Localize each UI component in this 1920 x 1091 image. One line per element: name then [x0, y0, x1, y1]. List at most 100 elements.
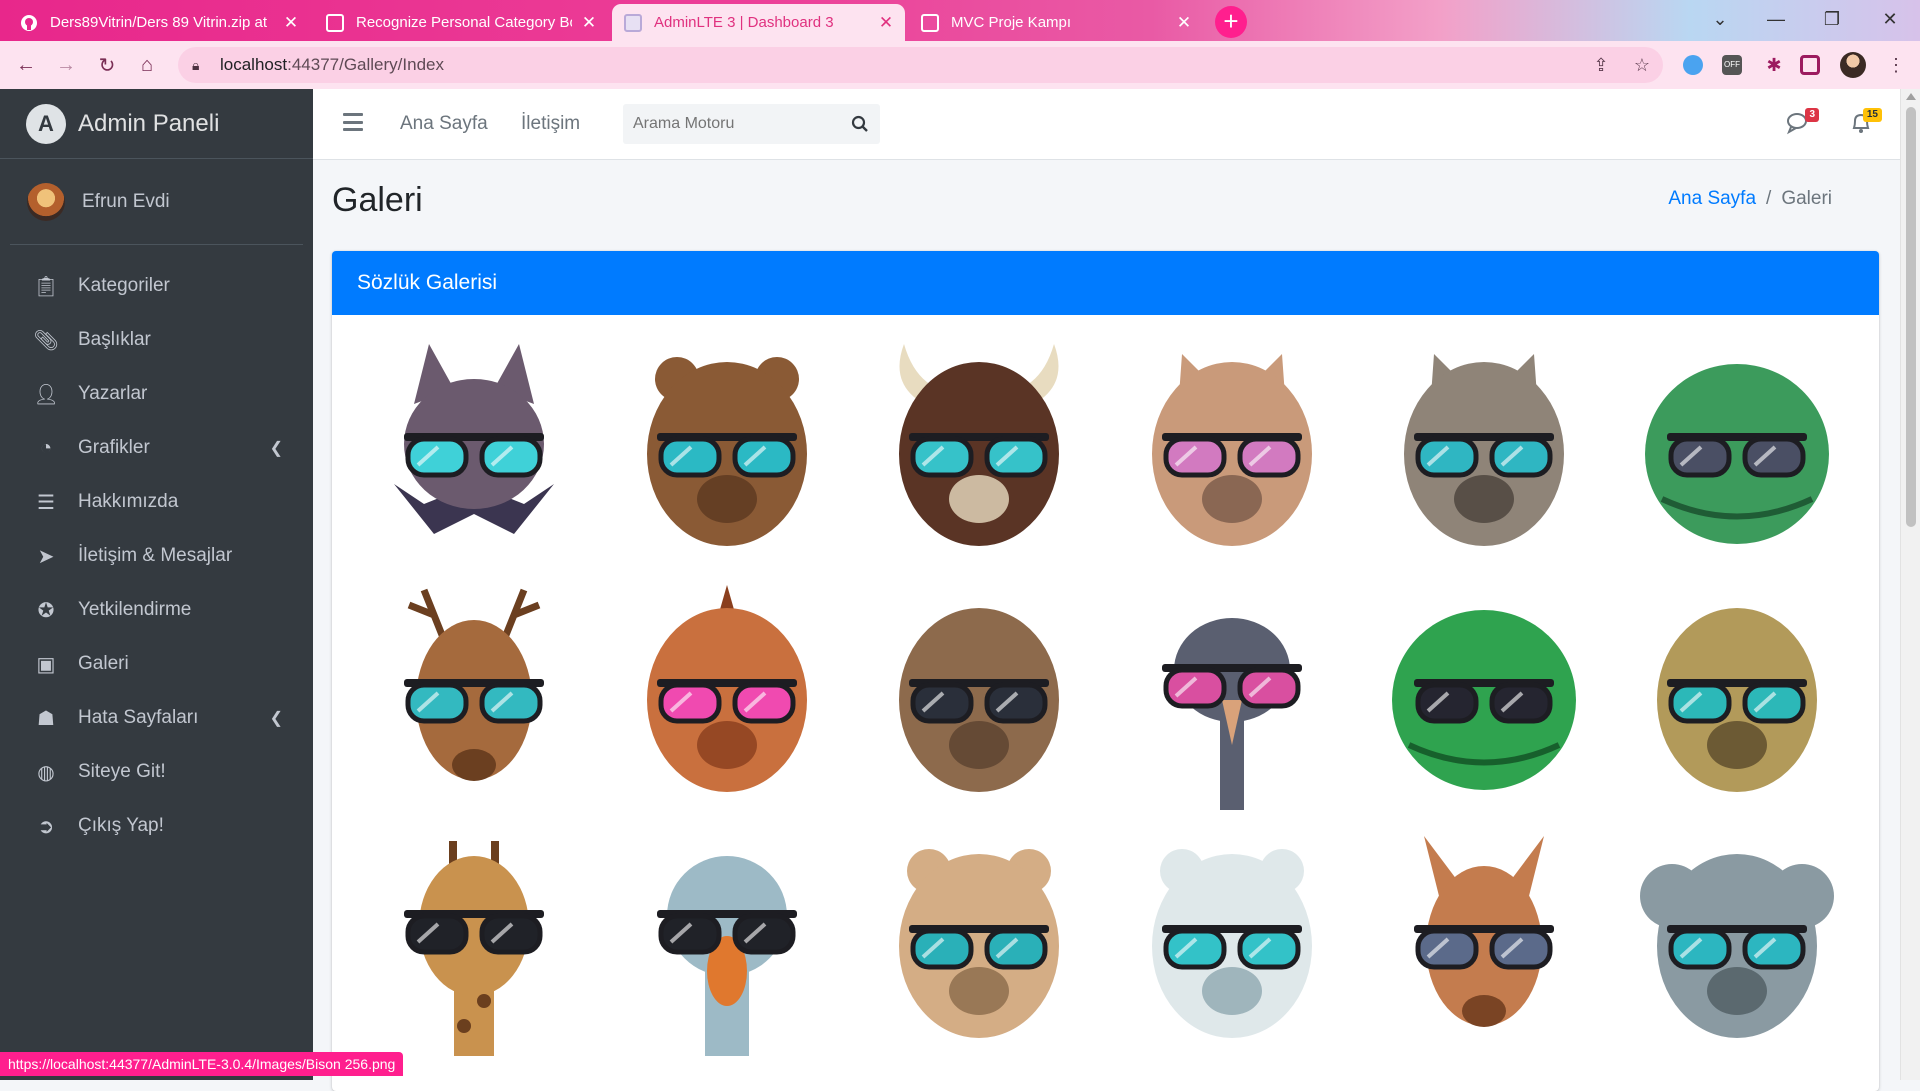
- minimize-button[interactable]: —: [1748, 0, 1804, 38]
- giraffe-image[interactable]: [374, 826, 574, 1056]
- dog-image[interactable]: [879, 580, 1079, 810]
- sidebar-item[interactable]: ➤ İletişim & Mesajlar: [10, 529, 303, 583]
- close-tab-icon[interactable]: ✕: [877, 13, 895, 33]
- forward-icon[interactable]: →: [50, 49, 82, 81]
- navbar-search: [623, 104, 880, 144]
- browser-tab[interactable]: Ders89Vitrin/Ders 89 Vitrin.zip at ✕: [8, 4, 310, 41]
- off-extension-icon[interactable]: OFF: [1722, 55, 1742, 75]
- deer-image[interactable]: [374, 580, 574, 810]
- gallery-grid: [348, 331, 1863, 1059]
- share-icon[interactable]: ⇪: [1585, 49, 1617, 81]
- gallery-item[interactable]: [1106, 823, 1359, 1059]
- gallery-item[interactable]: [348, 577, 601, 813]
- user-avatar: [27, 182, 65, 221]
- nav-link-home[interactable]: Ana Sayfa: [400, 113, 488, 135]
- bookmark-star-icon[interactable]: ☆: [1626, 49, 1658, 81]
- brand-link[interactable]: A Admin Paneli: [0, 89, 313, 159]
- sidebar-item[interactable]: ☰ Hakkımızda: [10, 475, 303, 529]
- gallery-item[interactable]: [348, 823, 601, 1059]
- crocodile-image[interactable]: [1637, 334, 1837, 564]
- tabby-cat-image[interactable]: [1384, 334, 1584, 564]
- gallery-item[interactable]: [853, 331, 1106, 567]
- lizard-image[interactable]: [1637, 580, 1837, 810]
- home-icon[interactable]: ⌂: [131, 49, 163, 81]
- hamster-image[interactable]: [879, 826, 1079, 1056]
- chevron-left-icon: ❮: [269, 710, 283, 727]
- polar-bear-image[interactable]: [1132, 826, 1332, 1056]
- sidebar-item[interactable]: 📋︎ Kategoriler: [10, 259, 303, 313]
- gallery-item[interactable]: [1106, 331, 1359, 567]
- frog-image[interactable]: [1384, 580, 1584, 810]
- close-window-button[interactable]: ✕: [1860, 0, 1920, 38]
- reload-icon[interactable]: ↻: [91, 49, 123, 81]
- close-tab-icon[interactable]: ✕: [1175, 13, 1193, 33]
- gallery-item[interactable]: [1358, 823, 1611, 1059]
- search-icon[interactable]: [840, 104, 880, 144]
- sidebar-item[interactable]: ✪ Yetkilendirme: [10, 583, 303, 637]
- gallery-item[interactable]: [601, 823, 854, 1059]
- page-scrollbar[interactable]: [1900, 89, 1920, 1080]
- tab-title: MVC Proje Kampı: [951, 14, 1072, 31]
- sidebar-item[interactable]: ☗ Hata Sayfaları ❮: [10, 691, 303, 745]
- search-input[interactable]: [623, 115, 840, 133]
- gallery-item[interactable]: [348, 331, 601, 567]
- pie-chart-icon: ◔: [39, 436, 53, 459]
- gallery-item[interactable]: [1611, 331, 1864, 567]
- admin-sidebar: A Admin Paneli Efrun Evdi 📋︎ Kategoriler 📎…: [0, 89, 313, 1080]
- close-tab-icon[interactable]: ✕: [282, 13, 300, 33]
- bear-image[interactable]: [627, 334, 827, 564]
- clipboard-icon: 📋︎: [33, 275, 59, 298]
- browser-tab[interactable]: Recognize Personal Category Bo ✕: [314, 4, 608, 41]
- user-panel[interactable]: Efrun Evdi: [10, 159, 303, 245]
- notifications-bell-icon[interactable]: 15: [1849, 108, 1882, 137]
- browser-tab-active[interactable]: AdminLTE 3 | Dashboard 3 ✕: [612, 4, 905, 41]
- sidebar-item-label: Yetkilendirme: [78, 599, 192, 620]
- gallery-item[interactable]: [601, 331, 854, 567]
- gallery-item[interactable]: [1358, 331, 1611, 567]
- close-tab-icon[interactable]: ✕: [580, 13, 598, 33]
- hamburger-menu-icon[interactable]: [343, 113, 363, 131]
- gallery-item[interactable]: [853, 577, 1106, 813]
- side-panel-icon[interactable]: [1800, 55, 1820, 75]
- new-tab-button[interactable]: +: [1215, 6, 1247, 38]
- address-bar[interactable]: 🔒︎ localhost:44377/Gallery/Index: [178, 47, 1663, 83]
- cloud-extension-icon[interactable]: [1683, 55, 1703, 75]
- sidebar-item-label: Başlıklar: [78, 329, 151, 350]
- breadcrumb-home-link[interactable]: Ana Sayfa: [1668, 188, 1756, 209]
- sidebar-item[interactable]: 📎︎ Başlıklar: [10, 313, 303, 367]
- sidebar-item[interactable]: ➲ Çıkış Yap!: [10, 799, 303, 853]
- tab-search-icon[interactable]: ⌄: [1692, 0, 1748, 38]
- sidebar-item-label: Çıkış Yap!: [78, 815, 164, 836]
- sidebar-item[interactable]: ◔ Grafikler ❮: [10, 421, 303, 475]
- browser-menu-icon[interactable]: ⋮: [1880, 49, 1912, 81]
- puzzle-extensions-icon[interactable]: ✱: [1758, 49, 1790, 81]
- nav-link-contact[interactable]: İletişim: [521, 113, 580, 135]
- sidebar-item[interactable]: ▣ Galeri: [10, 637, 303, 691]
- profile-avatar[interactable]: [1840, 52, 1866, 78]
- gallery-item[interactable]: [853, 823, 1106, 1059]
- sidebar-item[interactable]: 👤︎ Yazarlar: [10, 367, 303, 421]
- gallery-item[interactable]: [1358, 577, 1611, 813]
- gallery-card: Sözlük Galerisi: [332, 251, 1879, 1091]
- bison-image[interactable]: [879, 334, 1079, 564]
- koala-image[interactable]: [1637, 826, 1837, 1056]
- tab-title: Recognize Personal Category Bo: [356, 14, 572, 31]
- ostrich-image[interactable]: [1132, 580, 1332, 810]
- kangaroo-image[interactable]: [1384, 826, 1584, 1056]
- dinosaur-image[interactable]: [627, 580, 827, 810]
- bat-image[interactable]: [374, 334, 574, 564]
- scrollbar-thumb[interactable]: [1906, 107, 1916, 527]
- back-icon[interactable]: ←: [10, 49, 42, 81]
- messages-icon[interactable]: 3: [1786, 108, 1819, 137]
- goose-image[interactable]: [627, 826, 827, 1056]
- cat-image[interactable]: [1132, 334, 1332, 564]
- gallery-item[interactable]: [601, 577, 854, 813]
- sidebar-item[interactable]: ◍ Siteye Git!: [10, 745, 303, 799]
- gallery-item[interactable]: [1106, 577, 1359, 813]
- browser-tab[interactable]: MVC Proje Kampı ✕: [909, 4, 1203, 41]
- gallery-item[interactable]: [1611, 577, 1864, 813]
- status-bar-url: https://localhost:44377/AdminLTE-3.0.4/I…: [0, 1052, 404, 1076]
- gallery-item[interactable]: [1611, 823, 1864, 1059]
- chevron-left-icon: ❮: [269, 440, 283, 457]
- restore-button[interactable]: ❐: [1804, 0, 1860, 38]
